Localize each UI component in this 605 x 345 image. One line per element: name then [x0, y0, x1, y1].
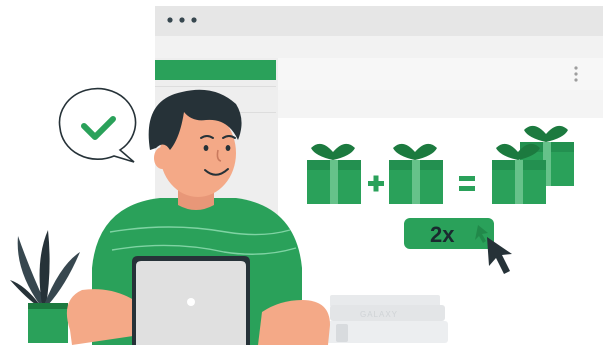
multiply-button[interactable]: 2x	[404, 218, 494, 249]
window-dots-icon	[167, 17, 197, 23]
book-stack: GALAXY	[326, 295, 448, 343]
multiply-button-label: 2x	[430, 222, 455, 247]
illustration-scene: 2x GALAXY	[0, 0, 605, 345]
book-spine-label: GALAXY	[360, 310, 398, 319]
speech-bubble	[58, 87, 137, 163]
laptop	[132, 256, 250, 345]
sidebar-active-item	[155, 60, 276, 80]
kebab-menu-icon	[574, 66, 578, 82]
